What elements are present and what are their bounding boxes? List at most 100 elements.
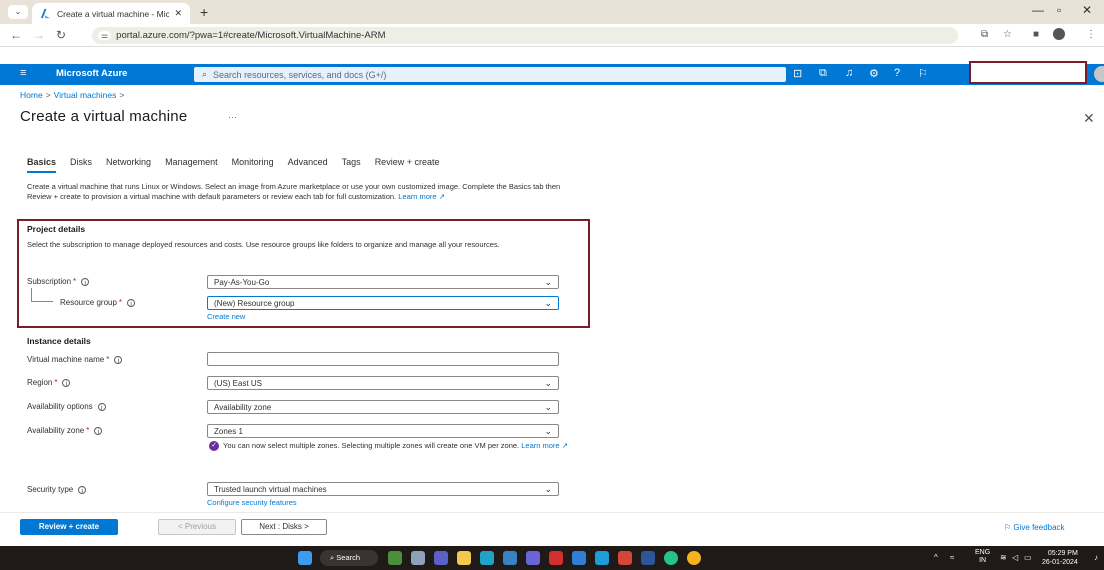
- edge-icon[interactable]: [480, 551, 494, 565]
- tab-review-create[interactable]: Review + create: [375, 157, 440, 173]
- project-details-title: Project details: [27, 224, 86, 234]
- availability-zone-value: Zones 1: [214, 426, 243, 436]
- task-view-icon[interactable]: [411, 551, 425, 565]
- info-icon[interactable]: i: [94, 426, 103, 435]
- chevron-down-icon: ⌄: [544, 402, 552, 412]
- availability-zone-dropdown[interactable]: Zones 1 ⌄: [207, 424, 559, 438]
- store-icon[interactable]: [503, 551, 517, 565]
- forward-icon[interactable]: →: [33, 28, 45, 42]
- intro-learn-more-link[interactable]: Learn more: [398, 192, 436, 201]
- browser-menu-icon[interactable]: ⋮: [1086, 29, 1096, 40]
- vm-name-input[interactable]: [208, 353, 558, 365]
- notification-bell-icon[interactable]: ♪: [1094, 553, 1098, 562]
- taskbar-search[interactable]: ⌕ Search: [320, 550, 378, 566]
- global-search-input[interactable]: [213, 69, 754, 80]
- site-info-icon[interactable]: ⚌: [98, 31, 112, 40]
- info-icon[interactable]: i: [97, 402, 106, 411]
- account-avatar[interactable]: [1094, 66, 1104, 82]
- help-icon[interactable]: ?: [894, 67, 900, 79]
- vm-name-label-text: Virtual machine name: [27, 355, 105, 364]
- resource-group-dropdown[interactable]: (New) Resource group ⌄: [207, 296, 559, 310]
- subscription-dropdown[interactable]: Pay-As-You-Go ⌄: [207, 275, 559, 289]
- directory-filter-icon[interactable]: ⧉: [819, 67, 827, 80]
- resource-group-label-text: Resource group: [60, 298, 117, 307]
- new-tab-button[interactable]: +: [200, 4, 208, 20]
- info-icon[interactable]: i: [81, 277, 90, 286]
- zone-learn-more-link[interactable]: Learn more: [521, 441, 559, 450]
- info-icon[interactable]: i: [127, 298, 136, 307]
- browser-tab[interactable]: Create a virtual machine - Micr ✕: [32, 3, 190, 24]
- breadcrumb-home[interactable]: Home: [20, 90, 43, 100]
- azure-brand[interactable]: Microsoft Azure: [56, 68, 127, 79]
- tab-search-menu-button[interactable]: ⌄: [8, 5, 28, 19]
- reload-icon[interactable]: ↻: [56, 28, 66, 42]
- tree-connector: [31, 288, 32, 301]
- windows-start-icon[interactable]: [298, 551, 312, 565]
- widgets-icon[interactable]: [388, 551, 402, 565]
- more-options-icon[interactable]: ···: [228, 112, 237, 122]
- tray-overflow-icon[interactable]: ^: [934, 553, 938, 562]
- vm-name-label: Virtual machine name * i: [27, 355, 123, 364]
- previous-button[interactable]: < Previous: [158, 519, 236, 535]
- tab-tags[interactable]: Tags: [342, 157, 361, 173]
- tab-disks[interactable]: Disks: [70, 157, 92, 173]
- breadcrumb-virtual-machines[interactable]: Virtual machines: [54, 90, 117, 100]
- tray-app-icon[interactable]: ≈: [950, 553, 954, 562]
- region-value: (US) East US: [214, 378, 263, 388]
- tab-advanced[interactable]: Advanced: [288, 157, 328, 173]
- portal-menu-icon[interactable]: ≡: [20, 67, 26, 79]
- tab-networking[interactable]: Networking: [106, 157, 151, 173]
- language-indicator[interactable]: ENG IN: [975, 549, 990, 565]
- info-icon[interactable]: i: [78, 485, 87, 494]
- notifications-icon[interactable]: ♫: [845, 67, 853, 79]
- info-icon[interactable]: i: [114, 355, 123, 364]
- blade-close-icon[interactable]: ✕: [1083, 110, 1095, 127]
- security-type-dropdown[interactable]: Trusted launch virtual machines ⌄: [207, 482, 559, 496]
- availability-zone-label-text: Availability zone: [27, 426, 85, 435]
- feedback-icon[interactable]: ⚐: [918, 67, 928, 80]
- tab-management[interactable]: Management: [165, 157, 218, 173]
- create-new-resource-group-link[interactable]: Create new: [207, 312, 245, 321]
- wifi-icon[interactable]: ≋: [1000, 553, 1007, 562]
- side-panel-icon[interactable]: ■: [1033, 29, 1039, 40]
- configure-security-link[interactable]: Configure security features: [207, 498, 297, 507]
- install-app-icon[interactable]: ⧉: [981, 29, 988, 40]
- settings-gear-icon[interactable]: ⚙: [869, 67, 879, 80]
- bookmark-star-icon[interactable]: ☆: [1003, 29, 1012, 40]
- tab-basics[interactable]: Basics: [27, 157, 57, 173]
- app-icon[interactable]: [526, 551, 540, 565]
- chrome-icon[interactable]: [687, 551, 701, 565]
- volume-icon[interactable]: ◁: [1012, 553, 1018, 562]
- back-icon[interactable]: ←: [10, 28, 22, 42]
- subscription-label-text: Subscription: [27, 277, 72, 286]
- restore-icon[interactable]: ▫: [1057, 3, 1061, 17]
- teams-icon[interactable]: [434, 551, 448, 565]
- word-icon[interactable]: [641, 551, 655, 565]
- profile-icon[interactable]: [1053, 28, 1065, 40]
- address-bar[interactable]: ⚌ portal.azure.com/?pwa=1#create/Microso…: [92, 27, 958, 44]
- info-icon[interactable]: i: [62, 378, 71, 387]
- window-close-icon[interactable]: ✕: [1082, 3, 1092, 17]
- global-search[interactable]: ⌕: [194, 67, 786, 82]
- taskbar-clock[interactable]: 05:29 PM 26-01-2024: [1042, 549, 1078, 567]
- battery-icon[interactable]: ▭: [1024, 553, 1032, 562]
- region-dropdown[interactable]: (US) East US ⌄: [207, 376, 559, 390]
- cloud-shell-icon[interactable]: ⊡: [793, 67, 802, 80]
- account-redaction-box: [969, 61, 1087, 84]
- app-icon[interactable]: [595, 551, 609, 565]
- search-icon: ⌕: [202, 69, 208, 79]
- tab-monitoring[interactable]: Monitoring: [232, 157, 274, 173]
- gmail-icon[interactable]: [618, 551, 632, 565]
- vm-name-field[interactable]: [207, 352, 559, 366]
- mcafee-icon[interactable]: [549, 551, 563, 565]
- give-feedback-link[interactable]: ⚐ Give feedback: [1004, 523, 1065, 532]
- tree-connector: [31, 301, 53, 302]
- review-create-button[interactable]: Review + create: [20, 519, 118, 535]
- minimize-icon[interactable]: —: [1032, 3, 1044, 17]
- availability-options-dropdown[interactable]: Availability zone ⌄: [207, 400, 559, 414]
- azure-app-icon[interactable]: [572, 551, 586, 565]
- tab-close-icon[interactable]: ✕: [174, 8, 182, 19]
- whatsapp-icon[interactable]: [664, 551, 678, 565]
- next-disks-button[interactable]: Next : Disks >: [241, 519, 327, 535]
- file-explorer-icon[interactable]: [457, 551, 471, 565]
